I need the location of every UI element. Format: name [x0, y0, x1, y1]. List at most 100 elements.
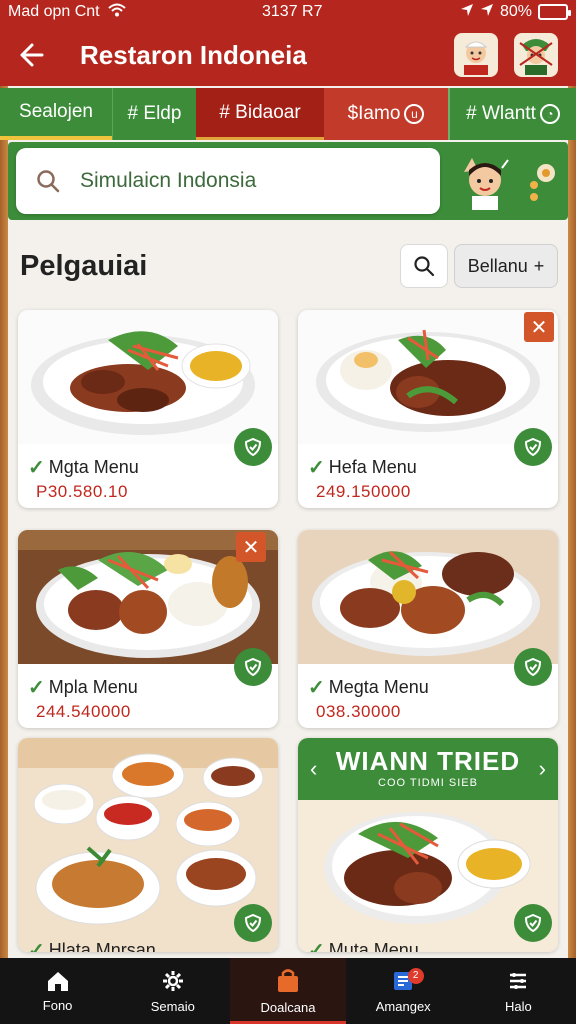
menu-card[interactable]: ✓ Megta Menu 038.30000: [298, 530, 558, 728]
battery-percent: 80%: [499, 3, 532, 20]
battery-icon: [538, 4, 571, 20]
shield-check-icon: [524, 657, 542, 677]
favorite-button[interactable]: [234, 904, 272, 942]
check-icon: ✓: [28, 457, 45, 479]
chef-avatar[interactable]: [454, 33, 498, 77]
check-icon: ✓: [28, 677, 45, 699]
promo-subtitle: COO TIDMI SIEB: [378, 777, 478, 789]
food-photo: [298, 310, 558, 444]
search-input[interactable]: [80, 169, 420, 193]
menu-icon: [510, 972, 527, 989]
page-title: Restaron Indoneia: [80, 39, 307, 70]
menu-item-price: 249.150000: [316, 482, 411, 501]
shield-check-icon: [244, 437, 262, 457]
status-time: 3137 R7: [262, 3, 323, 20]
nav-label: Halo: [505, 998, 532, 1014]
shield-check-icon: [524, 437, 542, 457]
menu-card[interactable]: ✕ ✓ Hefa Menu 249.150000: [298, 310, 558, 508]
mascot-avatar[interactable]: [456, 150, 514, 212]
shield-check-icon: [524, 913, 542, 933]
circle-badge-icon: u: [404, 104, 425, 124]
menu-item-name: ✓ Muta Menu: [308, 938, 419, 952]
home-icon: [47, 971, 68, 991]
tab-label: Bidaoar: [235, 101, 301, 123]
menu-item-name: ✓ Megta Menu: [308, 677, 429, 699]
app-bar: Restaron Indoneia: [0, 24, 576, 86]
clock-icon: ◔: [539, 104, 560, 124]
menu-item-name: ✓ Mpla Menu: [28, 677, 138, 699]
sort-button[interactable]: Bellanu +: [454, 244, 558, 288]
nav-item-menu[interactable]: Halo: [461, 958, 576, 1024]
nav-item-orders[interactable]: Doalcana: [230, 958, 346, 1024]
tab-iamo[interactable]: $ Iamo u: [324, 88, 448, 140]
food-photo: [18, 310, 278, 444]
mascot-icon: [464, 158, 509, 210]
tab-label: Sealojen: [19, 101, 93, 122]
voice-button[interactable]: [524, 156, 564, 206]
carrier-name: Mad opn Cnt: [8, 3, 100, 20]
chevron-left-icon[interactable]: ‹: [310, 756, 317, 782]
tab-bidaoar[interactable]: # Bidaoar: [196, 88, 324, 140]
menu-item-name: ✓ Hefa Menu: [308, 457, 417, 479]
section-header: Pelgauiai Bellanu +: [8, 224, 568, 302]
search-button[interactable]: [400, 244, 448, 288]
menu-item-price: 244.540000: [36, 702, 131, 721]
nav-item-settings[interactable]: Semaio: [115, 958, 230, 1024]
back-button[interactable]: [0, 24, 62, 86]
location-icon: [460, 3, 474, 22]
check-icon: ✓: [308, 457, 325, 479]
hash-icon: #: [219, 101, 230, 123]
food-photo: [298, 530, 558, 664]
promo-card[interactable]: ‹ WIANN TRIED COO TIDMI SIEB › ✓ Muta Men…: [298, 738, 558, 952]
tab-label: Eldp: [143, 103, 182, 124]
menu-card[interactable]: ✕ ✓ Mpla Menu 244.540000: [18, 530, 278, 728]
status-bar: Mad opn Cnt 3137 R7 80%: [0, 0, 576, 24]
sort-label: Bellanu: [467, 255, 528, 276]
tab-eldp[interactable]: # Eldp: [112, 88, 196, 140]
tab-wlantt[interactable]: # Wlantt ◔: [448, 88, 576, 140]
chef-icon: [464, 41, 488, 75]
profile-avatar[interactable]: [514, 33, 558, 77]
favorite-button[interactable]: [514, 428, 552, 466]
promo-title: WIANN TRIED: [335, 746, 521, 776]
favorite-button[interactable]: [234, 428, 272, 466]
menu-card[interactable]: ✓ Hlata Mnrsan: [18, 738, 278, 952]
nav-label: Fono: [42, 997, 73, 1013]
tab-label: Iamo: [358, 103, 401, 124]
nav-item-home[interactable]: Fono: [0, 958, 115, 1024]
check-icon: ✓: [308, 940, 325, 952]
person-icon: [519, 39, 553, 75]
menu-item-name: ✓ Mgta Menu: [28, 457, 139, 479]
shield-check-icon: [244, 657, 262, 677]
arrow-left-icon: [20, 43, 44, 67]
plus-icon: +: [533, 255, 545, 276]
close-icon[interactable]: ✕: [524, 312, 554, 342]
favorite-button[interactable]: [514, 648, 552, 686]
nav-label: Doalcana: [260, 999, 316, 1015]
hash-icon: #: [127, 103, 139, 124]
bottom-nav: Fono Semaio Doalcana 2 Amangex Halo: [0, 958, 576, 1024]
menu-item-name: ✓ Hlata Mnrsan: [28, 938, 156, 952]
favorite-button[interactable]: [514, 904, 552, 942]
search-icon: [414, 256, 435, 277]
section-title: Pelgauiai: [20, 250, 148, 282]
search-box: [16, 148, 440, 214]
nav-item-cart[interactable]: 2 Amangex: [346, 958, 461, 1024]
menu-item-price: P30.580.10: [36, 482, 128, 501]
check-icon: ✓: [28, 940, 45, 952]
microphone-icon: [530, 164, 555, 201]
tab-label: Wlantt: [482, 103, 536, 124]
close-icon[interactable]: ✕: [236, 532, 266, 562]
menu-item-price: 038.30000: [316, 702, 401, 721]
favorite-button[interactable]: [234, 648, 272, 686]
dollar-icon: $: [347, 103, 359, 124]
search-icon: [16, 168, 80, 194]
menu-card[interactable]: ✓ Mgta Menu P30.580.10: [18, 310, 278, 508]
search-bar-container: [8, 142, 568, 220]
shield-check-icon: [244, 913, 262, 933]
tab-sealojen[interactable]: Sealojen: [0, 88, 112, 140]
gear-icon: [162, 970, 183, 991]
chevron-right-icon[interactable]: ›: [539, 756, 546, 782]
bag-icon: [278, 968, 298, 992]
check-icon: ✓: [308, 677, 325, 699]
